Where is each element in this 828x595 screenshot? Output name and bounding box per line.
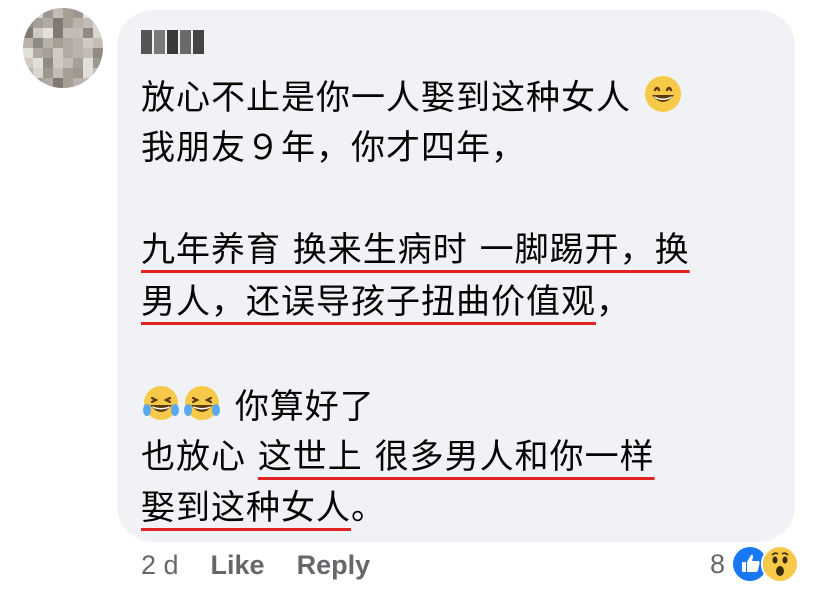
- comment-actions: 2 d Like Reply: [141, 550, 370, 581]
- comment-text-4a: 男人，还误导孩子扭曲价值观: [141, 282, 596, 322]
- comment-text-6a: 也放心: [141, 437, 258, 477]
- laughing-tears-icon: [141, 383, 223, 434]
- comment-text-4b: ，: [596, 282, 631, 322]
- comment-text-3a: 九年养育 换来生病时 一脚踢开，换: [141, 230, 690, 270]
- author-name-redacted[interactable]: [141, 30, 204, 54]
- comment-line-5: 你算好了: [141, 383, 375, 434]
- comment-line-7: 娶到这种女人。: [141, 486, 386, 530]
- comment-text-1: 放心不止是你一人娶到这种女人: [141, 78, 631, 118]
- timestamp[interactable]: 2 d: [141, 550, 179, 581]
- reply-button[interactable]: Reply: [297, 550, 371, 581]
- wow-reaction-icon: [761, 545, 800, 583]
- comment-text-7a: 娶到这种女人: [141, 488, 351, 528]
- comment-text-6b: 这世上 很多男人和你一样: [257, 437, 655, 477]
- reaction-count: 8: [710, 548, 726, 579]
- reaction-icons: [731, 545, 800, 583]
- avatar-mosaic: [23, 8, 103, 88]
- comment-line-1: 放心不止是你一人娶到这种女人: [141, 74, 683, 125]
- grinning-face-icon: [643, 74, 683, 125]
- comment-text-5: 你算好了: [234, 387, 375, 427]
- comment-line-3: 九年养育 换来生病时 一脚踢开，换: [141, 228, 690, 272]
- comment-line-2: 我朋友９年，你才四年，: [141, 126, 526, 170]
- reactions-summary[interactable]: 8: [710, 545, 800, 583]
- comment-text-7b: 。: [351, 488, 386, 528]
- avatar[interactable]: [23, 8, 103, 88]
- comment-line-6: 也放心 这世上 很多男人和你一样: [141, 435, 655, 479]
- comment-line-4: 男人，还误导孩子扭曲价值观，: [141, 280, 631, 324]
- comment-text-2: 我朋友９年，你才四年，: [141, 128, 526, 168]
- like-button[interactable]: Like: [211, 550, 265, 581]
